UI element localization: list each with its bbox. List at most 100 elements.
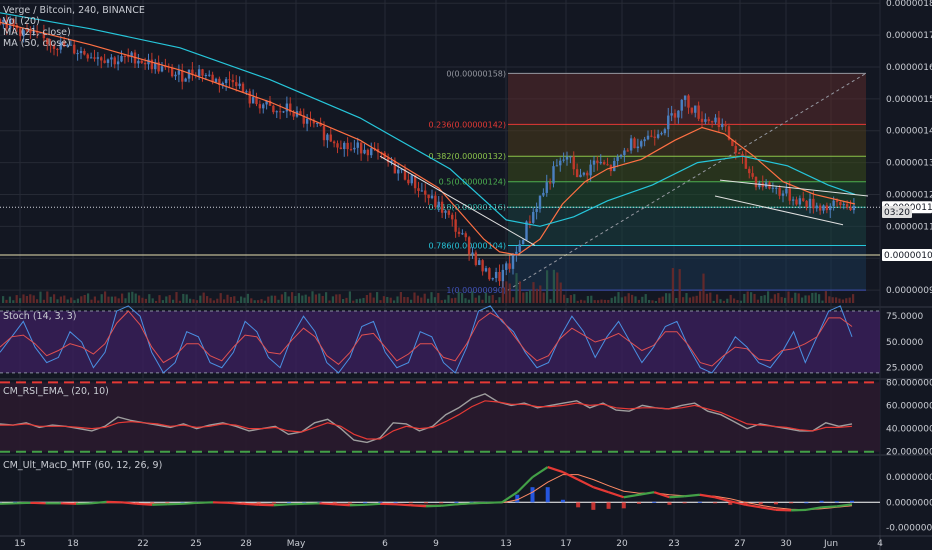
- macd-y-tick-label: 0.00000005: [886, 473, 932, 483]
- candle-body: [143, 62, 147, 65]
- candle-body: [619, 154, 623, 157]
- volume-bar: [515, 273, 518, 303]
- symbol-title[interactable]: Verge / Bitcoin, 240, BINANCE: [3, 5, 145, 16]
- volume-bar: [161, 300, 164, 303]
- volume-bar: [151, 298, 154, 303]
- volume-bar: [141, 297, 144, 303]
- volume-bar: [807, 295, 810, 303]
- volume-bar: [753, 293, 756, 303]
- volume-bar: [773, 294, 776, 303]
- macd-line-segment: [228, 501, 244, 505]
- y-tick-label: 0.00000110: [886, 222, 932, 232]
- candle-body: [721, 123, 724, 128]
- macd-line-segment: [212, 501, 229, 504]
- volume-bar: [454, 297, 457, 303]
- volume-bar: [600, 299, 603, 303]
- rsi-legend[interactable]: CM_RSI_EMA_ (20, 10): [3, 386, 109, 397]
- volume-bar: [246, 293, 249, 303]
- macd-histogram-bar: [591, 502, 596, 510]
- candle-body: [106, 59, 110, 63]
- ma50-legend[interactable]: MA (50, close): [3, 38, 145, 49]
- volume-bar: [495, 300, 498, 303]
- candle-body: [754, 176, 758, 188]
- macd-histogram-bar: [789, 502, 794, 504]
- candle-body: [737, 152, 741, 154]
- volume-bar: [355, 299, 358, 303]
- macd-line-segment: [486, 501, 503, 504]
- volume-bar: [780, 297, 783, 303]
- volume-bar: [709, 292, 712, 303]
- volume-bar: [223, 299, 226, 303]
- candle-body: [478, 260, 481, 265]
- candle-body: [744, 156, 748, 169]
- candle-body: [751, 173, 754, 177]
- volume-bar: [549, 299, 552, 303]
- volume-bar: [569, 295, 572, 303]
- volume-bar: [508, 283, 511, 303]
- candle-body: [278, 111, 282, 113]
- volume-bar: [240, 296, 243, 303]
- candle-body: [640, 141, 643, 147]
- rsi-band: [0, 382, 880, 452]
- candle-body: [356, 142, 359, 148]
- volume-bar: [342, 298, 345, 303]
- volume-bar: [2, 296, 5, 303]
- volume-bar: [257, 300, 260, 303]
- candle-body: [434, 195, 437, 207]
- volume-bar: [382, 296, 385, 303]
- candle-body: [393, 160, 397, 174]
- candle-body: [599, 161, 602, 164]
- macd-signal-line: [0, 474, 853, 511]
- volume-bar: [175, 292, 178, 303]
- candle-body: [201, 69, 204, 76]
- candle-body: [778, 187, 781, 196]
- candle-body: [488, 268, 491, 280]
- candle-body: [255, 97, 258, 105]
- x-tick-label: 20: [616, 539, 628, 549]
- macd-histogram-bar: [637, 502, 641, 504]
- macd-legend[interactable]: CM_Ult_MacD_MTF (60, 12, 26, 9): [3, 460, 162, 471]
- macd-line-segment: [806, 506, 822, 511]
- volume-bar: [80, 296, 83, 303]
- candle-body: [231, 79, 235, 83]
- volume-bar: [546, 270, 549, 303]
- stoch-legend[interactable]: Stoch (14, 3, 3): [3, 311, 77, 322]
- volume-bar: [155, 300, 158, 303]
- ma21-legend[interactable]: MA (21, close): [3, 27, 145, 38]
- macd-line-segment: [669, 495, 685, 499]
- candle-body: [704, 119, 707, 122]
- candle-body: [150, 59, 154, 70]
- y-tick-label: 0.00000160: [886, 63, 932, 73]
- macd-line-segment: [289, 502, 305, 506]
- volume-bar: [444, 299, 447, 303]
- candle-body: [498, 271, 501, 282]
- volume-bar: [801, 297, 804, 303]
- candle-body: [177, 70, 181, 75]
- macd-line-segment: [319, 502, 335, 506]
- fib-level-label: 0.786(0.00000104): [429, 241, 507, 250]
- volume-bar: [739, 300, 742, 303]
- volume-bar: [726, 298, 729, 303]
- macd-line-segment: [577, 478, 594, 489]
- candle-body: [326, 134, 329, 141]
- vol-legend[interactable]: Vol (20): [3, 16, 145, 27]
- stoch-y-tick-label: 25.0000: [886, 364, 923, 374]
- candle-body: [521, 240, 525, 245]
- volume-bar: [481, 299, 484, 303]
- volume-bar: [641, 296, 644, 303]
- candle-body: [336, 143, 339, 148]
- volume-bar: [413, 292, 416, 303]
- volume-bar: [760, 295, 763, 303]
- volume-bar: [389, 297, 392, 303]
- fib-level-label: 0(0.00000158): [446, 69, 506, 78]
- x-tick-label: 18: [67, 539, 79, 549]
- candle-body: [552, 166, 555, 184]
- fib-level-label: 0.382(0.00000132): [429, 152, 507, 161]
- volume-bar: [148, 294, 151, 303]
- x-tick-label: May: [287, 539, 306, 549]
- volume-bar: [488, 295, 491, 303]
- candle-body: [781, 193, 785, 196]
- rsi-y-tick-label: 80.0000000: [886, 378, 932, 388]
- volume-bar: [648, 299, 651, 303]
- x-tick-label: 23: [668, 539, 679, 549]
